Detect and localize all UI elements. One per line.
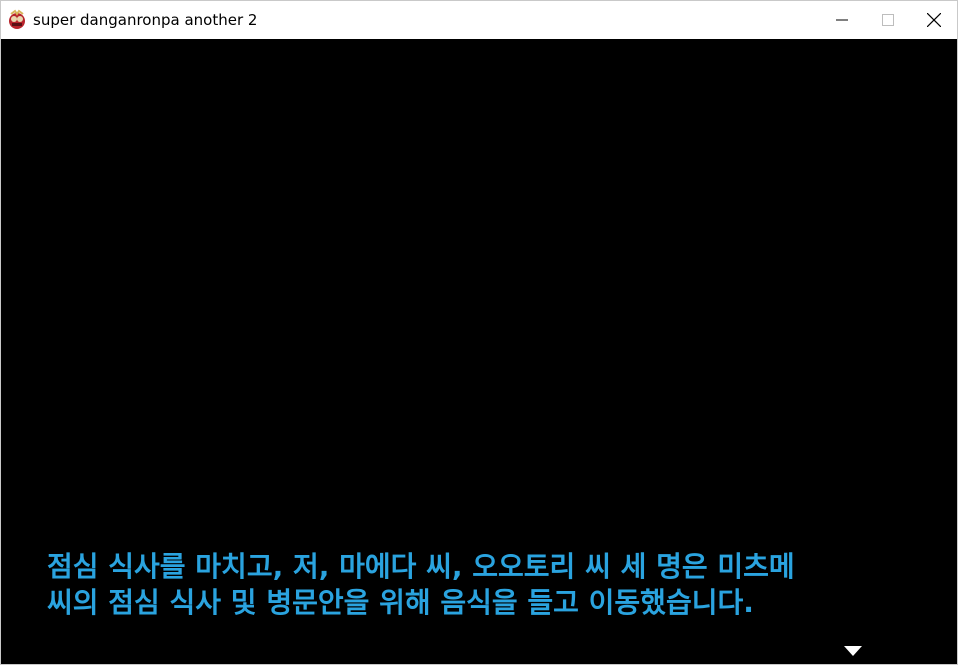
down-triangle-icon[interactable] xyxy=(843,645,863,657)
game-screen[interactable]: 점심 식사를 마치고, 저, 마에다 씨, 오오토리 씨 세 명은 미츠메 씨의… xyxy=(1,39,957,664)
close-icon xyxy=(927,13,941,27)
game-app-icon[interactable] xyxy=(6,9,28,31)
app-window: super danganronpa another 2 점심 식사를 마치고, … xyxy=(0,0,958,665)
maximize-icon xyxy=(882,14,894,26)
title-bar[interactable]: super danganronpa another 2 xyxy=(1,1,957,39)
minimize-icon xyxy=(836,19,848,21)
maximize-button[interactable] xyxy=(865,1,911,39)
window-controls xyxy=(819,1,957,39)
dialogue-line-2: 씨의 점심 식사 및 병문안을 위해 음식을 들고 이동했습니다. xyxy=(47,586,754,619)
minimize-button[interactable] xyxy=(819,1,865,39)
close-button[interactable] xyxy=(911,1,957,39)
dialogue-line-1: 점심 식사를 마치고, 저, 마에다 씨, 오오토리 씨 세 명은 미츠메 xyxy=(47,550,795,583)
dialogue-box[interactable]: 점심 식사를 마치고, 저, 마에다 씨, 오오토리 씨 세 명은 미츠메 씨의… xyxy=(47,549,927,621)
window-title: super danganronpa another 2 xyxy=(33,11,258,29)
